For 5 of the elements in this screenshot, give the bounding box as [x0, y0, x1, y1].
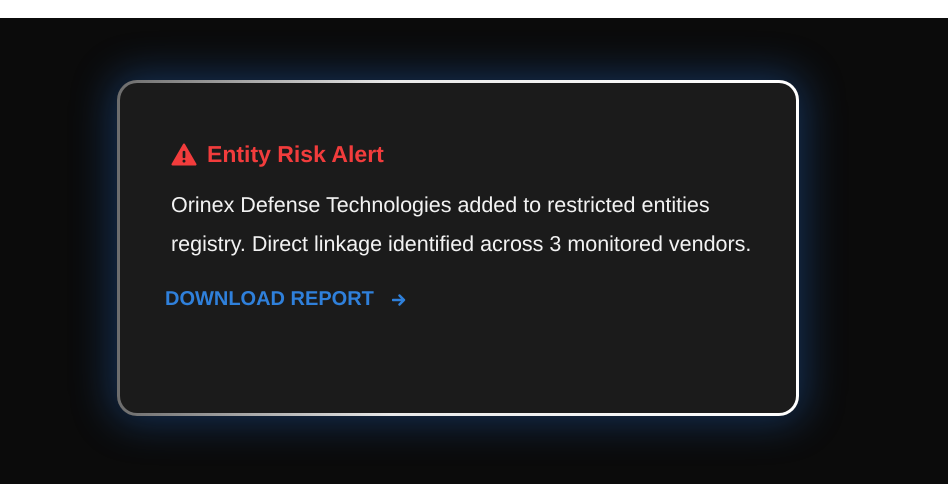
download-report-link[interactable]: DOWNLOAD REPORT — [165, 288, 406, 311]
arrow-right-icon — [392, 294, 406, 306]
alert-message: Orinex Defense Technologies added to restricted entities registry. Direct linkage identified across 3 monitored vendors. — [171, 192, 752, 258]
warning-icon — [171, 143, 197, 166]
alert-title: Entity Risk Alert — [207, 141, 384, 168]
